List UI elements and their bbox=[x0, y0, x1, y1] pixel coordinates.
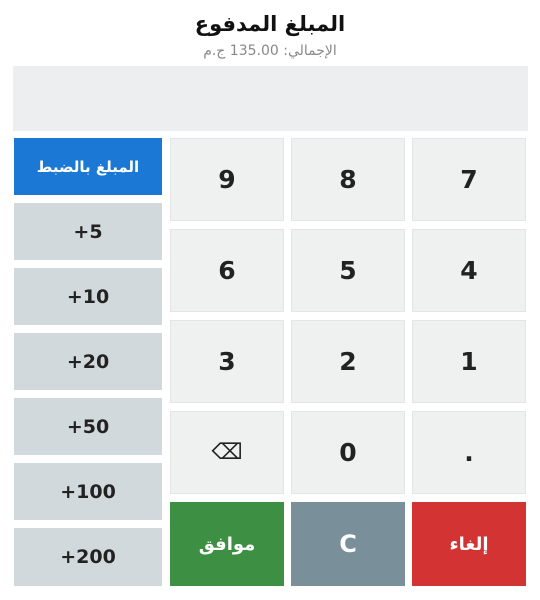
add-20-button[interactable]: +20 bbox=[14, 333, 162, 390]
exact-amount-button[interactable]: المبلغ بالضبط bbox=[14, 138, 162, 195]
key-7[interactable]: 7 bbox=[412, 138, 526, 221]
backspace-button[interactable]: ⌫ bbox=[170, 411, 284, 494]
key-5[interactable]: 5 bbox=[291, 229, 405, 312]
key-1[interactable]: 1 bbox=[412, 320, 526, 403]
key-4[interactable]: 4 bbox=[412, 229, 526, 312]
backspace-icon: ⌫ bbox=[211, 440, 243, 465]
add-200-button[interactable]: +200 bbox=[14, 528, 162, 586]
key-0[interactable]: 0 bbox=[291, 411, 405, 494]
key-3[interactable]: 3 bbox=[170, 320, 284, 403]
ok-button[interactable]: موافق bbox=[170, 502, 284, 586]
key-decimal[interactable]: . bbox=[412, 411, 526, 494]
add-100-button[interactable]: +100 bbox=[14, 463, 162, 520]
key-2[interactable]: 2 bbox=[291, 320, 405, 403]
add-50-button[interactable]: +50 bbox=[14, 398, 162, 455]
total-label: الإجمالي: 135.00 ج.م bbox=[203, 43, 337, 59]
cancel-button[interactable]: إلغاء bbox=[412, 502, 526, 586]
key-8[interactable]: 8 bbox=[291, 138, 405, 221]
add-5-button[interactable]: +5 bbox=[14, 203, 162, 260]
key-9[interactable]: 9 bbox=[170, 138, 284, 221]
dialog-title: المبلغ المدفوع bbox=[194, 12, 346, 36]
key-6[interactable]: 6 bbox=[170, 229, 284, 312]
amount-display bbox=[13, 66, 528, 131]
add-10-button[interactable]: +10 bbox=[14, 268, 162, 325]
clear-button[interactable]: C bbox=[291, 502, 405, 586]
